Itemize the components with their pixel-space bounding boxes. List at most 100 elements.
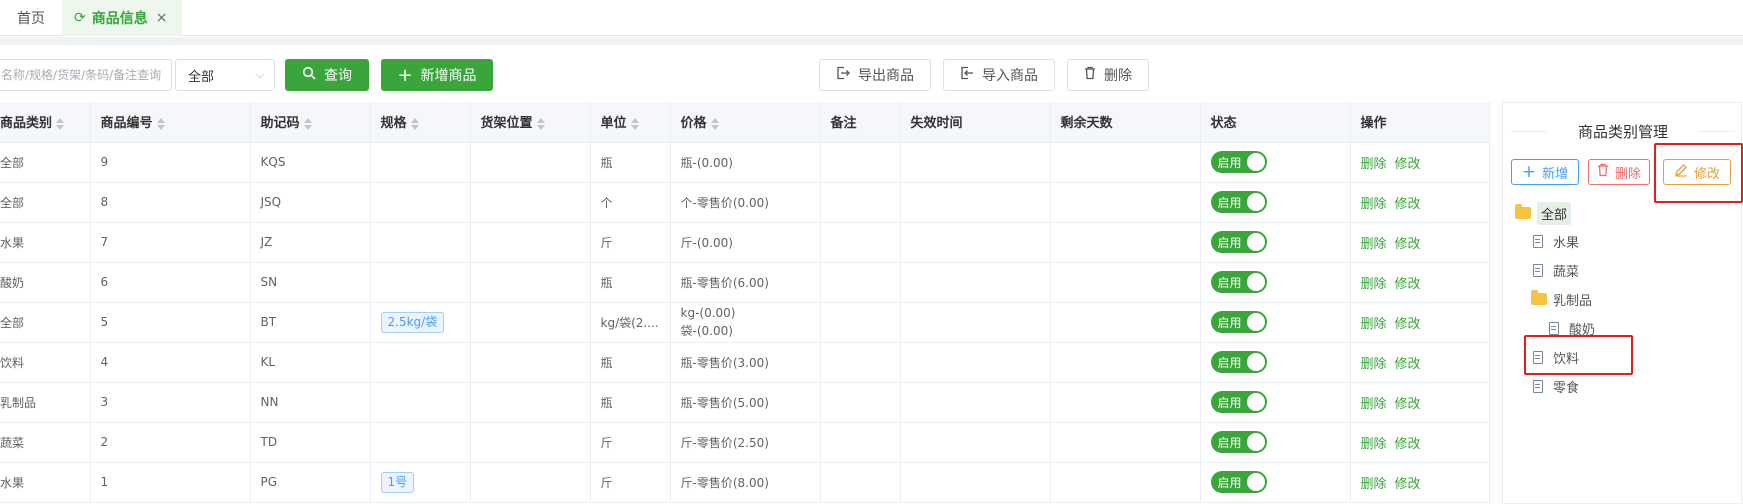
- status-toggle[interactable]: 启用: [1210, 391, 1267, 413]
- column-header[interactable]: 规格: [370, 102, 471, 143]
- row-edit-link[interactable]: 修改: [1395, 317, 1421, 332]
- table-row[interactable]: 饮料 4 KL 瓶瓶-零售价(3.00) 启用 删除 修改: [0, 342, 1489, 383]
- edit-category-button[interactable]: 修改: [1663, 159, 1731, 185]
- table-row[interactable]: 全部 8 JSQ 个个-零售价(0.00) 启用 删除 修改: [0, 182, 1489, 223]
- status-toggle[interactable]: 启用: [1210, 191, 1267, 213]
- category-filter-select[interactable]: 全部 ⌵: [175, 59, 275, 91]
- table-row[interactable]: 酸奶 6 SN 瓶瓶-零售价(6.00) 启用 删除 修改: [0, 262, 1489, 303]
- column-header[interactable]: 商品编号: [90, 102, 251, 143]
- tree-node[interactable]: 水果: [1533, 230, 1579, 252]
- row-delete-link[interactable]: 删除: [1361, 157, 1387, 172]
- cell-shelf: [470, 262, 591, 303]
- cell-expire: [900, 182, 1051, 223]
- row-delete-link[interactable]: 删除: [1361, 317, 1387, 332]
- tree-node[interactable]: 饮料: [1533, 346, 1579, 368]
- tree-node[interactable]: 蔬菜: [1533, 259, 1579, 281]
- table-row[interactable]: 全部 5 BT 2.5kg/袋 kg/袋(2.... kg-(0.00) 袋-(0.00) 启…: [0, 302, 1489, 343]
- row-edit-link[interactable]: 修改: [1395, 197, 1421, 212]
- cell-spec: [370, 262, 471, 303]
- category-management-panel: 商品类别管理 + 新增 删除 修改 全部 水果 蔬菜 乳制品 酸奶 饮料 零食: [1502, 102, 1743, 504]
- row-edit-link[interactable]: 修改: [1395, 357, 1421, 372]
- delete-products-button[interactable]: 删除: [1067, 59, 1149, 91]
- row-edit-link[interactable]: 修改: [1395, 437, 1421, 452]
- column-header[interactable]: 商品类别: [0, 102, 91, 143]
- cell-code: 2: [90, 422, 251, 463]
- cell-days: [1050, 422, 1201, 463]
- table-row[interactable]: 乳制品 3 NN 瓶瓶-零售价(5.00) 启用 删除 修改: [0, 382, 1489, 423]
- sort-caret-icon[interactable]: [630, 117, 639, 131]
- close-icon[interactable]: ×: [156, 10, 168, 26]
- sort-caret-icon[interactable]: [410, 117, 419, 131]
- sort-caret-icon[interactable]: [56, 117, 65, 131]
- toggle-knob: [1246, 473, 1265, 491]
- status-toggle[interactable]: 启用: [1210, 151, 1267, 173]
- table-row[interactable]: 水果 7 JZ 斤斤-(0.00) 启用 删除 修改: [0, 222, 1489, 263]
- cell-expire: [900, 462, 1051, 503]
- cell-price: 瓶-零售价(5.00): [670, 382, 821, 423]
- column-header[interactable]: 价格: [670, 102, 821, 143]
- row-edit-link[interactable]: 修改: [1395, 277, 1421, 292]
- table-row[interactable]: 蔬菜 2 TD 斤斤-零售价(2.50) 启用 删除 修改: [0, 422, 1489, 463]
- toggle-knob: [1246, 273, 1265, 291]
- add-product-button[interactable]: + 新增商品: [381, 59, 493, 91]
- status-toggle-label: 启用: [1217, 355, 1242, 370]
- column-header[interactable]: 单位: [590, 102, 671, 143]
- cell-status: 启用: [1200, 382, 1351, 423]
- plus-icon: +: [1521, 162, 1537, 182]
- row-edit-link[interactable]: 修改: [1395, 157, 1421, 172]
- row-delete-link[interactable]: 删除: [1361, 237, 1387, 252]
- tree-node[interactable]: 乳制品: [1531, 288, 1592, 310]
- tree-node[interactable]: 全部: [1515, 201, 1572, 225]
- cell-days: [1050, 302, 1201, 343]
- sort-caret-icon[interactable]: [710, 117, 719, 131]
- cell-spec: [370, 142, 471, 183]
- cell-op: 删除 修改: [1350, 382, 1489, 423]
- tab-home[interactable]: 首页: [0, 0, 62, 36]
- table-header-row: 商品类别 商品编号 助记码 规格 货架位置 单位 价格 备注 失效时间 剩余天数 状态 操作: [0, 102, 1489, 143]
- refresh-icon[interactable]: ⟳: [74, 10, 86, 26]
- tree-node[interactable]: 酸奶: [1549, 317, 1595, 339]
- row-delete-link[interactable]: 删除: [1361, 437, 1387, 452]
- cell-price: 斤-零售价(2.50): [670, 422, 821, 463]
- row-delete-link[interactable]: 删除: [1361, 197, 1387, 212]
- column-header: 备注: [820, 102, 901, 143]
- spec-tag: 2.5kg/袋: [380, 311, 445, 333]
- tree-node[interactable]: 零食: [1533, 375, 1579, 397]
- import-icon: [960, 66, 974, 84]
- table-row[interactable]: 全部 9 KQS 瓶瓶-(0.00) 启用 删除 修改: [0, 142, 1489, 183]
- row-edit-link[interactable]: 修改: [1395, 477, 1421, 492]
- tree-node-label: 蔬菜: [1553, 264, 1580, 280]
- row-delete-link[interactable]: 删除: [1361, 357, 1387, 372]
- status-toggle[interactable]: 启用: [1210, 351, 1267, 373]
- cell-code: 5: [90, 302, 251, 343]
- sort-caret-icon[interactable]: [156, 117, 165, 131]
- add-category-button[interactable]: + 新增: [1511, 159, 1579, 185]
- row-edit-link[interactable]: 修改: [1395, 397, 1421, 412]
- cell-note: [820, 422, 901, 463]
- search-input[interactable]: [0, 59, 172, 91]
- cell-category: 水果: [0, 462, 91, 503]
- cell-days: [1050, 182, 1201, 223]
- status-toggle[interactable]: 启用: [1210, 431, 1267, 453]
- row-edit-link[interactable]: 修改: [1395, 237, 1421, 252]
- export-products-button[interactable]: 导出商品: [819, 59, 931, 91]
- column-header[interactable]: 货架位置: [470, 102, 591, 143]
- query-button[interactable]: 查询: [285, 59, 369, 91]
- status-toggle[interactable]: 启用: [1210, 311, 1267, 333]
- status-toggle[interactable]: 启用: [1210, 471, 1267, 493]
- sort-caret-icon[interactable]: [303, 117, 312, 131]
- row-delete-link[interactable]: 删除: [1361, 397, 1387, 412]
- table-row[interactable]: 水果 1 PG 1号 斤斤-零售价(8.00) 启用 删除 修改: [0, 462, 1489, 503]
- status-toggle[interactable]: 启用: [1210, 231, 1267, 253]
- document-icon: [1533, 350, 1543, 364]
- status-toggle-label: 启用: [1217, 235, 1242, 250]
- tab-bar: 首页 ⟳ 商品信息 ×: [0, 0, 1743, 36]
- import-products-button[interactable]: 导入商品: [943, 59, 1055, 91]
- column-header[interactable]: 助记码: [250, 102, 371, 143]
- delete-category-button[interactable]: 删除: [1588, 159, 1650, 185]
- status-toggle[interactable]: 启用: [1210, 271, 1267, 293]
- sort-caret-icon[interactable]: [536, 117, 545, 131]
- row-delete-link[interactable]: 删除: [1361, 477, 1387, 492]
- tab-product-info[interactable]: ⟳ 商品信息 ×: [62, 0, 182, 36]
- row-delete-link[interactable]: 删除: [1361, 277, 1387, 292]
